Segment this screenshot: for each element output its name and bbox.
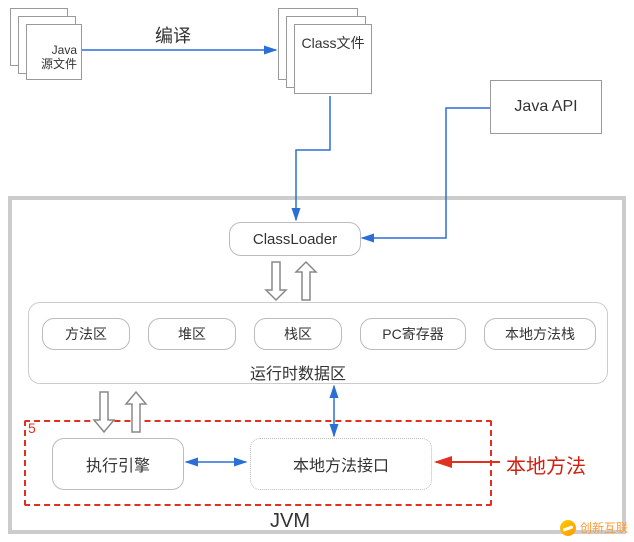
jvm-label: JVM <box>270 510 310 533</box>
classloader-label: ClassLoader <box>253 231 337 248</box>
java-api-label: Java API <box>514 98 577 116</box>
java-api-box: Java API <box>490 80 602 134</box>
class-file-stack: Class文件 <box>278 8 378 96</box>
runtime-area-label: 运行时数据区 <box>250 360 346 384</box>
exec-engine-label: 执行引擎 <box>86 452 150 476</box>
native-stack-box: 本地方法栈 <box>484 318 596 350</box>
pc-register-box: PC寄存器 <box>360 318 466 350</box>
native-interface-box: 本地方法接口 <box>250 438 432 490</box>
section-5-label: 5 <box>28 420 36 436</box>
native-method-label: 本地方法 <box>506 450 586 479</box>
pc-register-label: PC寄存器 <box>382 324 443 344</box>
watermark: 创新互联 <box>560 519 628 536</box>
stack-label: 栈区 <box>284 324 312 344</box>
method-area-label: 方法区 <box>65 324 107 344</box>
java-source-label-1: Java <box>52 43 77 57</box>
heap-box: 堆区 <box>148 318 236 350</box>
native-interface-label: 本地方法接口 <box>293 452 389 476</box>
class-file-label: Class文件 <box>301 33 364 53</box>
java-source-label-2: 源文件 <box>41 57 77 71</box>
heap-label: 堆区 <box>178 324 206 344</box>
stack-box: 栈区 <box>254 318 342 350</box>
native-stack-label: 本地方法栈 <box>505 324 575 344</box>
compile-label: 编译 <box>155 22 191 48</box>
watermark-text: 创新互联 <box>580 519 628 536</box>
classloader-box: ClassLoader <box>229 222 361 256</box>
watermark-icon <box>560 520 576 536</box>
method-area-box: 方法区 <box>42 318 130 350</box>
java-source-stack: Java 源文件 <box>10 8 80 78</box>
exec-engine-box: 执行引擎 <box>52 438 184 490</box>
